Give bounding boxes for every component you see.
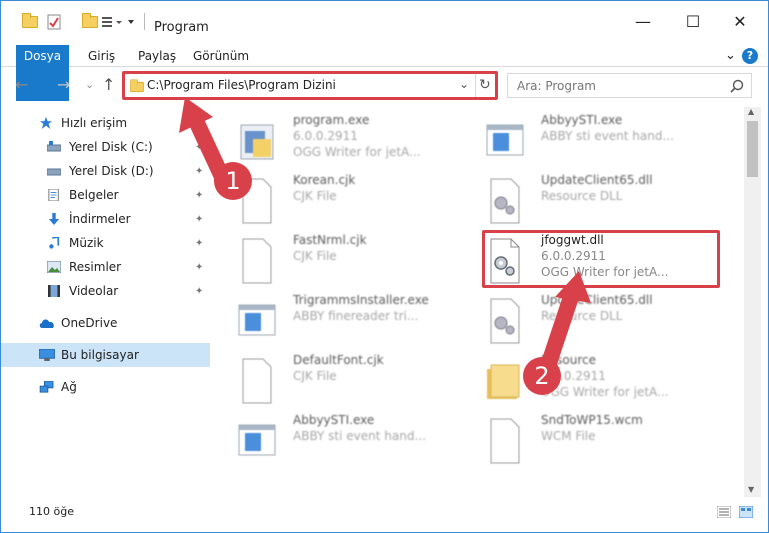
step-badge-1: 1 — [214, 162, 252, 200]
step-badge-2: 2 — [523, 357, 561, 395]
annotation-arrows — [179, 97, 591, 371]
explorer-window: Program — ☐ ✕ Dosya Giriş Paylaş Görünüm… — [0, 0, 769, 533]
